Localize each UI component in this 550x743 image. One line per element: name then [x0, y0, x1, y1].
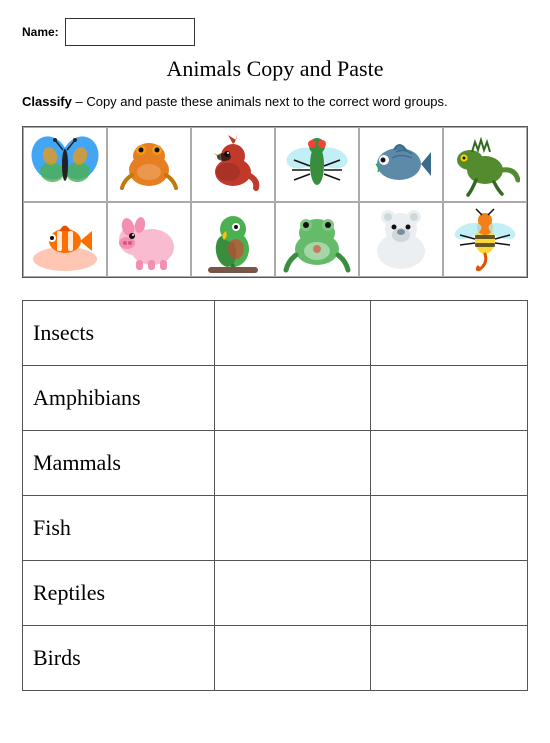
- drop-cell-reptiles-2[interactable]: [371, 560, 528, 625]
- classify-row: Insects: [23, 300, 528, 365]
- drop-cell-fish-1[interactable]: [214, 495, 371, 560]
- drop-cell-insects-1[interactable]: [214, 300, 371, 365]
- drop-cell-insects-2[interactable]: [371, 300, 528, 365]
- instruction-rest: – Copy and paste these animals next to t…: [72, 94, 448, 109]
- drop-cell-amphibians-2[interactable]: [371, 365, 528, 430]
- animal-pig[interactable]: [107, 202, 191, 277]
- animal-clownfish[interactable]: [23, 202, 107, 277]
- classify-row: Birds: [23, 625, 528, 690]
- animal-iguana[interactable]: [443, 127, 527, 202]
- drop-cell-birds-1[interactable]: [214, 625, 371, 690]
- drop-cell-mammals-1[interactable]: [214, 430, 371, 495]
- category-label-reptiles: Reptiles: [23, 560, 215, 625]
- drop-cell-mammals-2[interactable]: [371, 430, 528, 495]
- animal-scorpion-wasp[interactable]: [443, 202, 527, 277]
- category-label-mammals: Mammals: [23, 430, 215, 495]
- category-label-insects: Insects: [23, 300, 215, 365]
- classify-row: Amphibians: [23, 365, 528, 430]
- classification-table: Insects Amphibians Mammals Fish Reptiles…: [22, 300, 528, 691]
- name-input-box[interactable]: [65, 18, 195, 46]
- animal-grid: [22, 126, 528, 278]
- animal-fish[interactable]: [359, 127, 443, 202]
- category-label-birds: Birds: [23, 625, 215, 690]
- classify-row: Reptiles: [23, 560, 528, 625]
- category-label-fish: Fish: [23, 495, 215, 560]
- drop-cell-fish-2[interactable]: [371, 495, 528, 560]
- category-label-amphibians: Amphibians: [23, 365, 215, 430]
- animal-butterfly[interactable]: [23, 127, 107, 202]
- drop-cell-reptiles-1[interactable]: [214, 560, 371, 625]
- name-label-text: Name:: [22, 25, 59, 39]
- animal-cardinal[interactable]: [191, 127, 275, 202]
- page-title: Animals Copy and Paste: [22, 56, 528, 82]
- name-label-row: Name:: [22, 18, 528, 46]
- animal-polar-bear[interactable]: [359, 202, 443, 277]
- animal-fly[interactable]: [275, 127, 359, 202]
- drop-cell-amphibians-1[interactable]: [214, 365, 371, 430]
- animal-golden-frog[interactable]: [107, 127, 191, 202]
- instruction-bold: Classify: [22, 94, 72, 109]
- animal-green-frog[interactable]: [275, 202, 359, 277]
- classify-row: Mammals: [23, 430, 528, 495]
- instruction-text: Classify – Copy and paste these animals …: [22, 92, 528, 112]
- animal-parrot[interactable]: [191, 202, 275, 277]
- drop-cell-birds-2[interactable]: [371, 625, 528, 690]
- classify-row: Fish: [23, 495, 528, 560]
